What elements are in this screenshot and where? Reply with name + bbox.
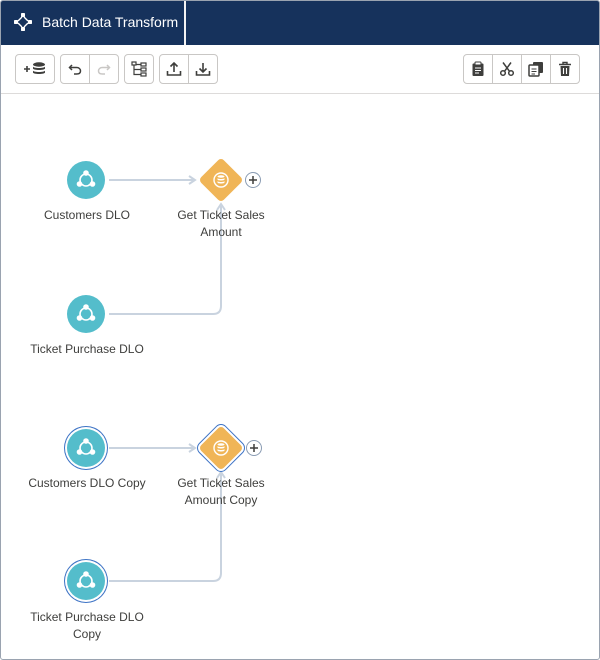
node-label: Ticket Purchase DLO — [30, 342, 144, 356]
data-object-icon — [76, 304, 96, 321]
plus-icon — [249, 176, 257, 184]
data-object-icon — [76, 571, 96, 588]
app-title: Batch Data Transform — [42, 14, 179, 30]
upload-icon — [166, 61, 182, 76]
node-ticket-purchase-dlo[interactable] — [67, 295, 105, 333]
node-customers-dlo[interactable] — [67, 161, 105, 199]
node-label: Ticket Purchase DLO Copy — [30, 610, 144, 641]
add-node-button[interactable] — [245, 172, 261, 188]
redo-icon — [97, 64, 111, 75]
upload-button[interactable] — [159, 54, 189, 84]
node-label: Customers DLO Copy — [28, 476, 146, 490]
clipboard-icon — [472, 61, 484, 76]
app-tab[interactable]: Batch Data Transform — [1, 1, 186, 45]
node-label: Get Ticket Sales Amount — [177, 208, 265, 239]
paste-button[interactable] — [463, 54, 493, 84]
toolbar — [1, 45, 599, 94]
node-ticket-purchase-dlo-copy[interactable] — [67, 562, 105, 600]
delete-button[interactable] — [550, 54, 580, 84]
auto-layout-icon — [131, 61, 147, 77]
node-get-ticket-sales-amount[interactable] — [198, 157, 244, 203]
plus-icon — [250, 444, 258, 452]
transform-icon — [14, 13, 32, 31]
add-data-icon — [24, 62, 45, 74]
add-node-button[interactable] — [246, 440, 262, 456]
scissors-icon — [499, 62, 515, 77]
flow-canvas[interactable]: Customers DLO Get Ticket Sales Amount Ti… — [1, 94, 599, 659]
add-input-button[interactable] — [15, 54, 55, 84]
edit-group — [463, 54, 580, 84]
download-icon — [195, 63, 211, 76]
trash-icon — [559, 61, 571, 76]
title-bar: Batch Data Transform — [1, 1, 599, 45]
download-button[interactable] — [188, 54, 218, 84]
undo-button[interactable] — [60, 54, 90, 84]
node-label: Get Ticket Sales Amount Copy — [177, 476, 265, 507]
node-customers-dlo-copy[interactable] — [67, 429, 105, 467]
app-window: Batch Data Transform Customers DLO Get T… — [0, 0, 600, 660]
node-get-ticket-sales-amount-copy[interactable] — [198, 425, 244, 471]
undo-icon — [68, 64, 82, 75]
node-label: Customers DLO — [43, 208, 131, 222]
copy-icon — [528, 62, 543, 77]
import-export-group — [159, 54, 218, 84]
join-icon — [213, 172, 229, 188]
redo-button[interactable] — [89, 54, 119, 84]
data-object-icon — [76, 438, 96, 455]
data-object-icon — [76, 170, 96, 187]
history-group — [60, 54, 119, 84]
auto-layout-button[interactable] — [124, 54, 154, 84]
cut-button[interactable] — [492, 54, 522, 84]
copy-button[interactable] — [521, 54, 551, 84]
join-icon — [213, 440, 229, 456]
